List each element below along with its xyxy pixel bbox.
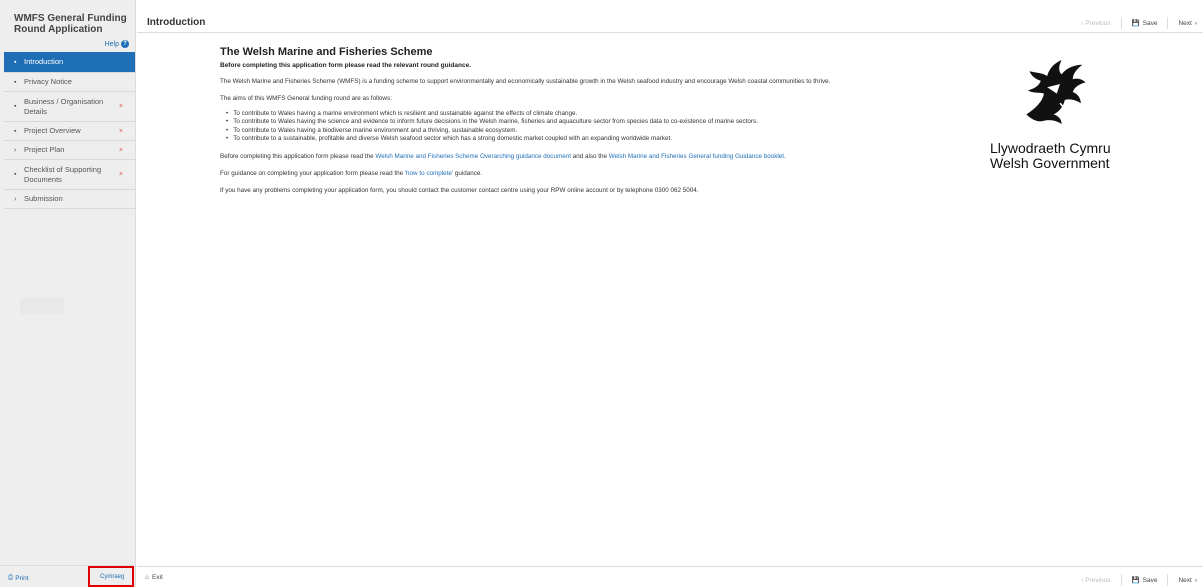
text: and also the xyxy=(570,152,609,160)
next-label: Next xyxy=(1178,576,1192,584)
placeholder-block xyxy=(20,298,64,314)
list-item: To contribute to a sustainable, profitab… xyxy=(226,135,1000,143)
text: . xyxy=(784,152,786,160)
how-to-complete-link[interactable]: 'how to complete' xyxy=(405,170,453,177)
previous-label: Previous xyxy=(1085,576,1111,584)
guidance-paragraph: Before completing this application form … xyxy=(220,153,1000,161)
chevron-right-icon: › xyxy=(14,195,17,203)
print-icon: ⎙ xyxy=(8,574,14,581)
sidebar-item-label: Project Plan xyxy=(24,145,65,154)
text: Before completing this application form … xyxy=(220,152,376,160)
sidebar-item-checklist[interactable]: ▪ Checklist of Supporting Documents × xyxy=(4,160,135,190)
sidebar-item-label: Business / Organisation Details xyxy=(24,96,104,116)
file-icon: ▪ xyxy=(14,103,17,110)
file-icon: ▪ xyxy=(14,171,17,178)
footer-actions: ‹ Previous 💾 Save Next › xyxy=(1081,574,1197,586)
sidebar-item-submission[interactable]: › Submission xyxy=(4,190,135,209)
contact-paragraph: If you have any problems completing your… xyxy=(220,186,699,194)
help-icon: ? xyxy=(121,40,129,48)
home-icon: ⌂ xyxy=(145,574,149,581)
dragon-icon xyxy=(1026,60,1086,124)
footer-bar: ⌂ Exit ‹ Previous 💾 Save Next › xyxy=(137,566,1203,587)
next-label: Next xyxy=(1178,19,1192,27)
save-button[interactable]: 💾 Save xyxy=(1131,19,1158,28)
print-button[interactable]: ⎙ Print xyxy=(8,574,29,582)
aims-intro: The aims of this WMFS General funding ro… xyxy=(220,95,392,102)
lead-text: Before completing this application form … xyxy=(220,62,472,69)
sidebar-item-project-plan[interactable]: › Project Plan × xyxy=(4,141,135,160)
header-bar: Introduction ‹ Previous 💾 Save Next › xyxy=(137,11,1203,33)
file-icon: ▪ xyxy=(14,78,17,86)
cymraeg-link[interactable]: Cymraeg xyxy=(100,574,124,580)
intro-paragraph: The Welsh Marine and Fisheries Scheme (W… xyxy=(220,78,831,85)
aims-list: To contribute to Wales having a marine e… xyxy=(226,110,1000,144)
content-heading: The Welsh Marine and Fisheries Scheme xyxy=(220,46,433,58)
list-item: To contribute to Wales having a marine e… xyxy=(226,110,1000,118)
error-icon: × xyxy=(118,171,123,178)
sidebar-item-label: Project Overview xyxy=(24,126,81,135)
previous-label: Previous xyxy=(1085,19,1111,27)
app-title: WMFS General Funding Round Application xyxy=(14,13,127,35)
help-label: Help xyxy=(104,40,119,48)
sidebar-item-label: Privacy Notice xyxy=(24,77,72,86)
exit-label: Exit xyxy=(151,574,163,581)
save-icon: 💾 xyxy=(1131,577,1140,584)
previous-button[interactable]: ‹ Previous xyxy=(1081,577,1110,584)
next-button[interactable]: Next › xyxy=(1178,577,1197,584)
welsh-government-logo: Llywodraeth Cymru Welsh Government xyxy=(990,52,1130,171)
sidebar-item-label: Checklist of Supporting Documents xyxy=(24,164,102,184)
page-title: Introduction xyxy=(147,17,206,28)
header-actions: ‹ Previous 💾 Save Next › xyxy=(1081,17,1197,29)
exit-button[interactable]: ⌂ Exit xyxy=(145,574,163,581)
error-icon: × xyxy=(118,127,123,135)
logo-text-english: Welsh Government xyxy=(990,155,1110,171)
save-icon: 💾 xyxy=(1131,20,1140,27)
divider xyxy=(1167,574,1169,586)
howto-paragraph: For guidance on completing your applicat… xyxy=(220,170,1000,178)
overarching-guidance-link[interactable]: Welsh Marine and Fisheries Scheme Overar… xyxy=(375,153,571,160)
print-label: Print xyxy=(15,574,29,582)
previous-button[interactable]: ‹ Previous xyxy=(1081,20,1110,27)
file-icon: ▪ xyxy=(14,58,17,66)
chevron-right-icon: › xyxy=(14,146,17,154)
chevron-right-icon: › xyxy=(1194,19,1197,27)
save-label: Save xyxy=(1142,19,1158,27)
help-link[interactable]: Help ? xyxy=(105,40,129,48)
divider xyxy=(1120,574,1122,586)
divider xyxy=(1120,17,1122,29)
sidebar: WMFS General Funding Round Application H… xyxy=(0,0,136,587)
text: guidance. xyxy=(453,169,483,177)
next-button[interactable]: Next › xyxy=(1178,20,1197,27)
save-button[interactable]: 💾 Save xyxy=(1131,576,1158,585)
sidebar-nav: ▪ Introduction ▪ Privacy Notice ▪ Busine… xyxy=(4,52,135,209)
error-icon: × xyxy=(118,103,123,110)
funding-guidance-booklet-link[interactable]: Welsh Marine and Fisheries General fundi… xyxy=(609,153,784,160)
save-label: Save xyxy=(1142,576,1158,584)
logo-text-welsh: Llywodraeth Cymru xyxy=(990,140,1111,156)
file-icon: ▪ xyxy=(14,127,17,135)
sidebar-item-label: Introduction xyxy=(24,57,64,66)
sidebar-item-project-overview[interactable]: ▪ Project Overview × xyxy=(4,122,135,141)
chevron-right-icon: › xyxy=(1194,576,1197,584)
divider xyxy=(1167,17,1169,29)
error-icon: × xyxy=(118,146,123,154)
list-item: To contribute to Wales having the scienc… xyxy=(226,118,1000,126)
sidebar-item-introduction[interactable]: ▪ Introduction xyxy=(4,52,135,73)
main-content: The Welsh Marine and Fisheries Scheme Be… xyxy=(220,46,1000,204)
sidebar-footer: ⎙ Print Cymraeg xyxy=(0,565,136,587)
list-item: To contribute to Wales having a biodiver… xyxy=(226,127,1000,135)
sidebar-item-label: Submission xyxy=(24,194,63,203)
text: For guidance on completing your applicat… xyxy=(220,169,405,177)
sidebar-item-privacy-notice[interactable]: ▪ Privacy Notice xyxy=(4,73,135,92)
sidebar-item-business-details[interactable]: ▪ Business / Organisation Details × xyxy=(4,92,135,122)
